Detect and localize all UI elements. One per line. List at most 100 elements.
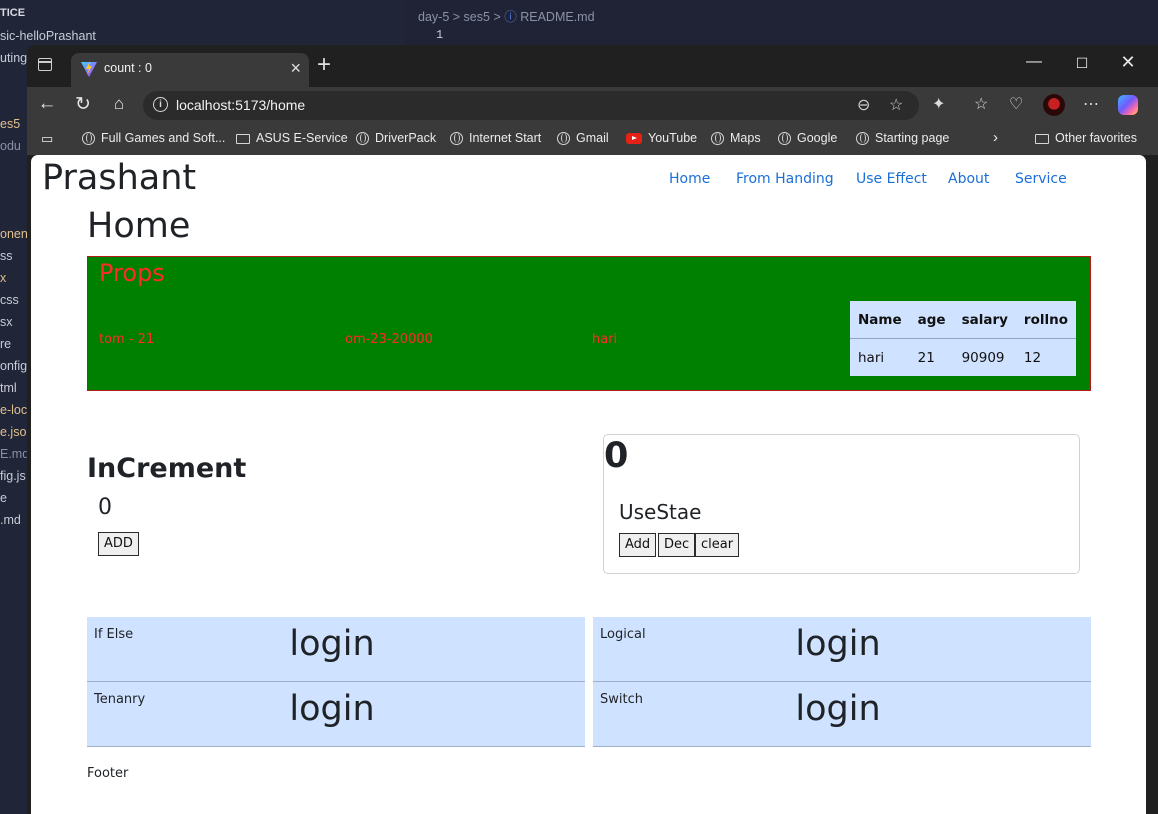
explorer-item[interactable]: onfig — [0, 359, 27, 373]
breadcrumb-folder[interactable]: day-5 — [418, 10, 449, 24]
props-item: tom - 21 — [99, 332, 155, 347]
refresh-icon[interactable]: ↻ — [72, 93, 94, 116]
column-header: salary — [953, 301, 1016, 339]
maximize-icon[interactable]: ☐ — [1067, 55, 1097, 72]
navbar-brand[interactable]: Prashant — [42, 158, 196, 198]
explorer-item[interactable]: tml — [0, 381, 17, 395]
favorite-link[interactable]: ASUS E-Service — [236, 131, 348, 145]
breadcrumb-folder[interactable]: ses5 — [464, 10, 490, 24]
editor-breadcrumb[interactable]: day-5 > ses5 > ⓘ README.md — [418, 6, 595, 25]
web-page: Prashant Home From Handing Use Effect Ab… — [31, 155, 1146, 814]
active-tab[interactable]: count : 0 × — [71, 53, 309, 87]
column-header: Name — [850, 301, 910, 339]
profile-avatar[interactable] — [1043, 94, 1065, 116]
collections-icon[interactable]: ▭ — [41, 131, 53, 147]
minimize-icon[interactable]: — — [1019, 53, 1049, 71]
nav-link-from-handing[interactable]: From Handing — [736, 171, 834, 187]
favorite-link[interactable]: Google — [778, 131, 837, 145]
explorer-item[interactable]: sic-helloPrashant — [0, 29, 96, 43]
url-text[interactable]: localhost:5173/home — [176, 97, 305, 113]
new-tab-plus-icon[interactable]: + — [317, 53, 331, 77]
favorite-link[interactable]: DriverPack — [356, 131, 436, 145]
usestate-title: UseStae — [619, 500, 702, 524]
table-cell: 21 — [917, 349, 935, 366]
conditional-logical: Logical login — [593, 617, 1091, 682]
home-icon[interactable]: ⌂ — [108, 94, 130, 114]
favorite-link[interactable]: YouTube — [626, 131, 697, 145]
nav-link-home[interactable]: Home — [669, 171, 710, 187]
globe-icon — [356, 132, 369, 145]
favorite-link[interactable]: Full Games and Soft... — [82, 131, 225, 145]
nav-link-use-effect[interactable]: Use Effect — [856, 171, 927, 187]
login-text: login — [795, 624, 881, 664]
explorer-item[interactable]: onen — [0, 227, 28, 241]
explorer-item[interactable]: css — [0, 293, 19, 307]
chevron-right-icon: > — [452, 10, 464, 24]
add-button[interactable]: ADD — [98, 532, 139, 556]
explorer-item[interactable]: uting — [0, 51, 27, 65]
login-text: login — [289, 624, 375, 664]
favorite-link[interactable]: Gmail — [557, 131, 609, 145]
footer: Footer — [87, 766, 129, 781]
explorer-item[interactable]: .md — [0, 513, 21, 527]
folder-icon — [1035, 134, 1049, 144]
address-bar[interactable]: i localhost:5173/home ⊖ ☆ — [143, 91, 919, 120]
usestate-clear-button[interactable]: clear — [695, 533, 740, 557]
favorites-bar: ▭ Full Games and Soft... ASUS E-Service … — [27, 123, 1158, 155]
extensions-icon[interactable]: ✦ — [932, 94, 945, 114]
explorer-item[interactable]: e — [0, 491, 7, 505]
explorer-item[interactable]: es5 — [0, 117, 20, 131]
favorites-icon[interactable]: ☆ — [974, 94, 988, 114]
breadcrumb-file[interactable]: README.md — [520, 10, 594, 24]
login-text: login — [795, 689, 881, 729]
explorer-item[interactable]: sx — [0, 315, 13, 329]
table-cell: 90909 — [961, 349, 1005, 366]
browser-toolbar: ← ↻ ⌂ i localhost:5173/home ⊖ ☆ ✦ ☆ ♡ ⋯ — [27, 87, 1158, 123]
info-icon: ⓘ — [504, 10, 517, 24]
zoom-icon[interactable]: ⊖ — [857, 95, 870, 115]
explorer-header: TICE — [0, 7, 26, 19]
chevron-right-icon[interactable]: › — [993, 129, 998, 146]
table-header-row: Name age salary rollno — [850, 301, 1076, 339]
other-favorites[interactable]: Other favorites — [1035, 131, 1137, 145]
explorer-item[interactable]: E.md — [0, 447, 29, 461]
nav-link-service[interactable]: Service — [1015, 171, 1067, 187]
favorite-star-icon[interactable]: ☆ — [889, 95, 903, 115]
more-menu-icon[interactable]: ⋯ — [1083, 94, 1099, 114]
usestate-add-button[interactable]: Add — [619, 533, 657, 557]
globe-icon — [557, 132, 570, 145]
login-text: login — [289, 689, 375, 729]
close-icon[interactable]: × — [290, 59, 301, 77]
explorer-item[interactable]: x — [0, 271, 6, 285]
nav-link-about[interactable]: About — [948, 171, 989, 187]
back-arrow-icon[interactable]: ← — [36, 93, 58, 115]
favorite-link[interactable]: Starting page — [856, 131, 949, 145]
health-icon[interactable]: ♡ — [1009, 94, 1023, 114]
increment-heading: InCrement — [87, 453, 247, 484]
vite-favicon-icon — [81, 61, 97, 77]
table-cell: 12 — [1023, 349, 1042, 366]
chevron-right-icon: > — [493, 10, 505, 24]
tab-title: count : 0 — [104, 61, 152, 75]
site-info-icon[interactable]: i — [153, 97, 168, 112]
favorite-link[interactable]: Internet Start — [450, 131, 541, 145]
usestate-dec-button[interactable]: Dec — [658, 533, 696, 557]
column-header: rollno — [1015, 301, 1076, 339]
props-item: hari — [592, 332, 618, 347]
explorer-item[interactable]: e-loc — [0, 403, 27, 417]
explorer-item[interactable]: re — [0, 337, 11, 351]
tab-actions-icon[interactable] — [38, 58, 52, 71]
folder-icon — [236, 134, 250, 144]
conditional-if-else: If Else login — [87, 617, 585, 682]
usestate-card: 0 UseStae Add Dec clear — [603, 434, 1080, 574]
favorite-link[interactable]: Maps — [711, 131, 761, 145]
copilot-icon[interactable] — [1118, 95, 1138, 115]
globe-icon — [82, 132, 95, 145]
explorer-item[interactable]: fig.js — [0, 469, 26, 483]
explorer-item[interactable]: odu — [0, 139, 21, 153]
explorer-item[interactable]: ss — [0, 249, 13, 263]
window-close-icon[interactable]: ✕ — [1113, 52, 1143, 73]
increment-count: 0 — [98, 495, 112, 520]
tab-strip: count : 0 × + — ☐ ✕ — [27, 45, 1158, 87]
props-table: Name age salary rollno hari 21 90909 12 — [850, 301, 1076, 376]
